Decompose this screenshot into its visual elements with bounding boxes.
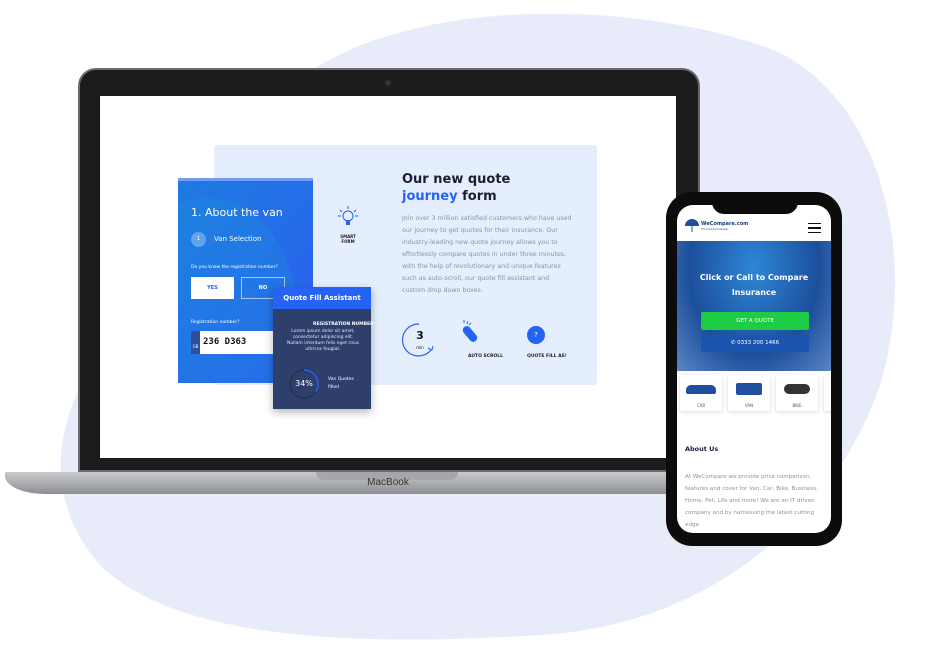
phone-screen: WeCompare.com The Insurance People Click…: [677, 205, 831, 533]
assistant-title: Quote Fill Assistant: [273, 287, 371, 309]
question: Do you know the registration number?: [191, 265, 278, 270]
progress-label: Van Quotes filled: [328, 377, 354, 390]
camera: [385, 80, 391, 86]
heading-line2: journey form: [402, 189, 497, 204]
vehicle-bike[interactable]: BIKE: [776, 375, 818, 411]
form-title: 1. About the van: [191, 206, 283, 219]
smart-form-label: SMART FORM: [340, 234, 356, 244]
step-label: Van Selection: [214, 235, 262, 243]
hero-title: Click or Call to Compare Insurance: [699, 273, 809, 297]
phone-number: 0333 200 1466: [737, 340, 780, 346]
reg-country: GB: [191, 331, 200, 354]
lightbulb-icon: [338, 206, 358, 225]
assistant-body: Lorem ipsum dolor sit amet, consectetur …: [286, 329, 360, 352]
menu-icon[interactable]: [808, 223, 821, 233]
logo[interactable]: WeCompare.com: [701, 221, 748, 227]
assistant-subtitle: REGISTRATION NUMBER: [313, 322, 374, 327]
heading-accent: journey: [402, 189, 458, 204]
timer-value: 3: [416, 329, 424, 342]
vehicle-more[interactable]: [824, 375, 831, 411]
laptop-screen: 1. About the van 1 Van Selection Do you …: [100, 96, 676, 458]
about-title: About Us: [685, 445, 719, 453]
mouse-scroll-icon: [462, 320, 478, 342]
quote-fill-assistant: Quote Fill Assistant REGISTRATION NUMBER…: [273, 287, 374, 409]
vehicle-label: CAR: [696, 403, 706, 408]
step-number: 1: [191, 232, 206, 247]
call-button[interactable]: ✆ 0333 200 1466: [701, 335, 809, 352]
logo-tagline: The Insurance People: [701, 228, 728, 231]
heading-line1: Our new quote: [402, 172, 511, 187]
heading-rest: form: [457, 189, 497, 204]
hero: Click or Call to Compare Insurance GET A…: [677, 241, 831, 371]
vehicle-label: VAN: [744, 403, 754, 408]
progress-percent: 34%: [295, 379, 313, 388]
get-quote-button[interactable]: GET A QUOTE: [701, 312, 809, 330]
question-icon: ?: [527, 326, 545, 344]
auto-scroll-label: AUTO SCROLL: [468, 354, 504, 359]
description: Join over 3 million satisfied customers …: [402, 215, 572, 294]
quote-fill-label: QUOTE FILL AS!: [527, 354, 567, 359]
yes-button[interactable]: YES: [191, 277, 234, 299]
timer-unit: min: [416, 345, 424, 350]
vehicle-van[interactable]: VAN: [728, 375, 770, 411]
about-text: At WeCompare we provide price comparison…: [685, 474, 818, 528]
reg-input[interactable]: 236 D363: [200, 331, 280, 354]
umbrella-logo-icon: [685, 219, 699, 232]
vehicle-car[interactable]: CAR: [680, 375, 722, 411]
phone-notch: [712, 200, 798, 214]
laptop-brand: MacBook: [367, 477, 409, 488]
vehicle-label: BIKE: [792, 403, 802, 408]
reg-label: Registration number?: [191, 320, 240, 325]
